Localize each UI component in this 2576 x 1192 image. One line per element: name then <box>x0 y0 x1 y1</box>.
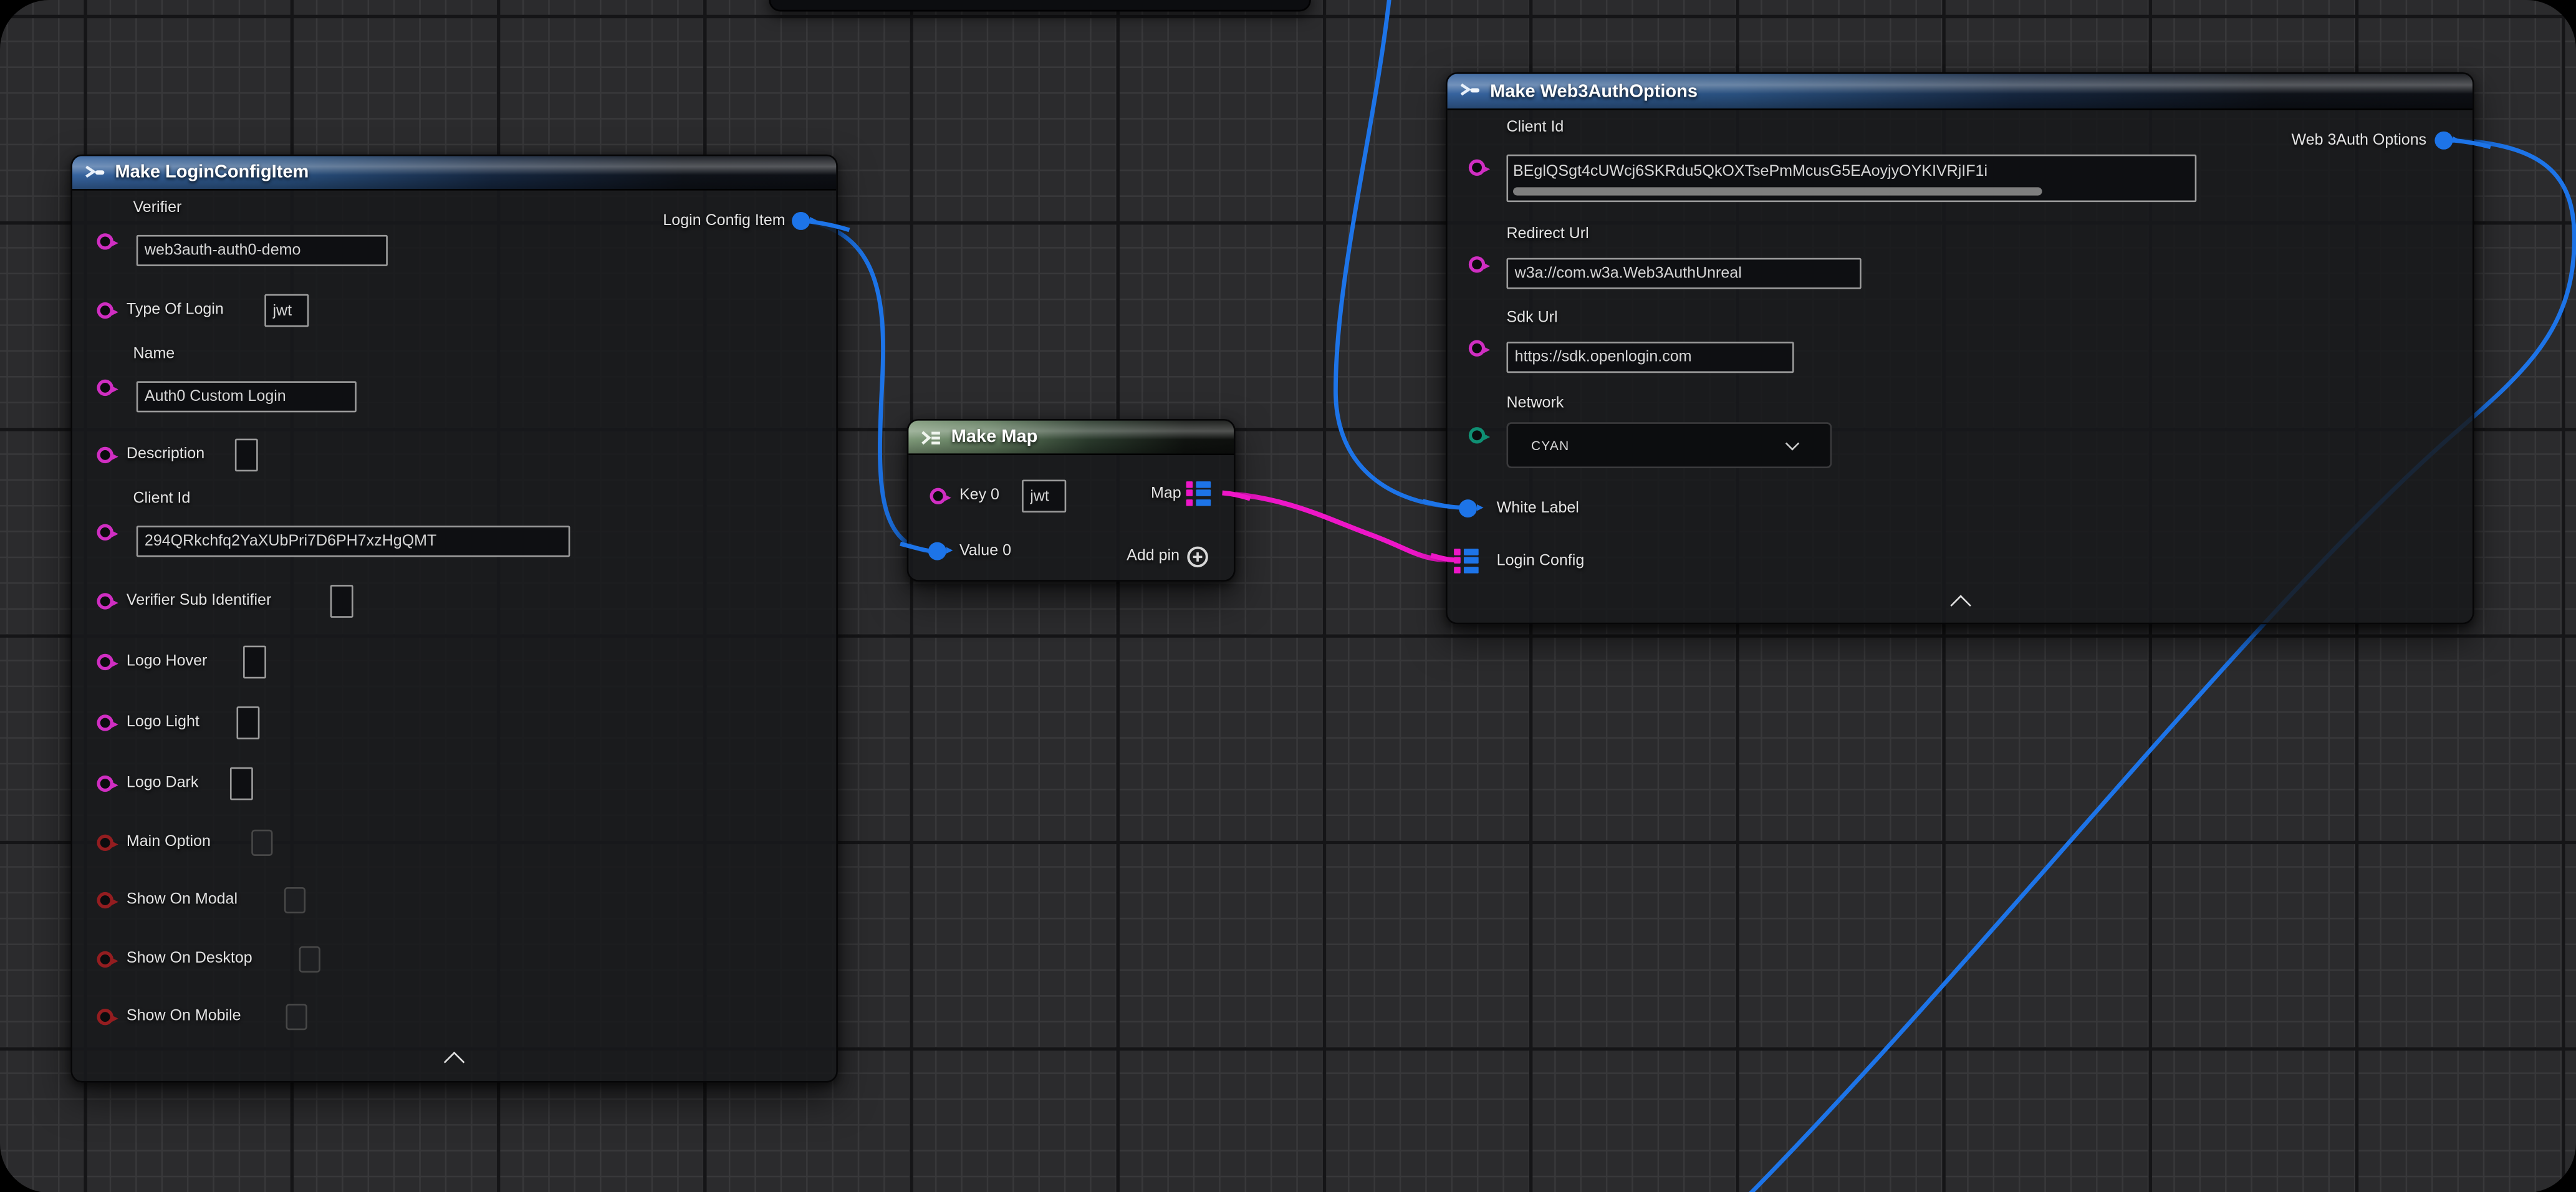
blueprint-editor: Make LoginConfigItem Login Config Item V… <box>0 0 2576 1192</box>
show-on-modal-checkbox[interactable] <box>284 887 305 913</box>
node-header-make-web3auth-options[interactable]: Make Web3AuthOptions <box>1448 74 2473 110</box>
pin-white-label[interactable] <box>1459 499 1477 517</box>
logo-light-input[interactable] <box>236 706 259 739</box>
node-header-make-login-config-item[interactable]: Make LoginConfigItem <box>72 156 836 190</box>
pin-login-config-item-output[interactable] <box>792 212 810 230</box>
logo-hover-input[interactable] <box>243 646 266 679</box>
pin-label-description: Description <box>127 445 204 465</box>
pin-client-id[interactable] <box>97 524 113 541</box>
redirect-url-input[interactable] <box>1506 258 1861 289</box>
pin-label-redirect-url: Redirect Url <box>1506 225 1588 245</box>
field-hscrollbar[interactable] <box>1513 187 2042 195</box>
node-header-make-map[interactable]: Make Map <box>908 421 1234 455</box>
network-dropdown-value: CYAN <box>1508 438 1787 453</box>
pin-label-web3auth-options: Web 3Auth Options <box>2292 132 2427 151</box>
pin-logo-dark[interactable] <box>97 776 113 792</box>
client-id-input[interactable] <box>1508 156 2195 184</box>
make-map-icon <box>920 428 941 446</box>
collapse-chevron-icon[interactable] <box>440 1048 466 1068</box>
pin-main-option[interactable] <box>97 835 113 851</box>
node-title: Make LoginConfigItem <box>115 163 309 183</box>
pin-sdk-url[interactable] <box>1469 340 1485 356</box>
pin-label-show-on-desktop: Show On Desktop <box>127 949 252 969</box>
client-id-field[interactable] <box>1506 155 2196 202</box>
pin-client-id[interactable] <box>1469 160 1485 176</box>
pin-label-client-id: Client Id <box>1506 118 1564 138</box>
pin-name[interactable] <box>97 380 113 396</box>
offscreen-node-fragment[interactable] <box>769 0 1311 11</box>
type-of-login-input[interactable] <box>264 294 309 327</box>
pin-login-config[interactable] <box>1454 549 1479 572</box>
pin-label-type-of-login: Type Of Login <box>127 300 224 320</box>
pin-label-logo-light: Logo Light <box>127 713 199 733</box>
make-struct-icon <box>1459 82 1480 100</box>
verifier-input[interactable] <box>137 235 388 266</box>
pin-label-map: Map <box>1151 484 1181 504</box>
pin-label-show-on-mobile: Show On Mobile <box>127 1007 241 1027</box>
pin-map-output[interactable] <box>1186 481 1212 505</box>
pin-redirect-url[interactable] <box>1469 256 1485 272</box>
pin-logo-light[interactable] <box>97 714 113 731</box>
pin-show-on-desktop[interactable] <box>97 951 113 968</box>
collapse-chevron-icon[interactable] <box>1947 592 1973 612</box>
key-0-input[interactable] <box>1022 479 1066 512</box>
pin-label-verifier: Verifier <box>133 199 181 219</box>
wire-into-white-label[interactable] <box>1335 0 1462 507</box>
show-on-mobile-checkbox[interactable] <box>286 1004 307 1030</box>
pin-label-logo-dark: Logo Dark <box>127 774 199 794</box>
pin-label-white-label: White Label <box>1497 499 1579 519</box>
add-pin-label: Add pin <box>1127 547 1180 567</box>
verifier-sub-identifier-input[interactable] <box>330 585 353 618</box>
pin-label-login-config: Login Config <box>1497 552 1585 572</box>
pin-description[interactable] <box>97 447 113 463</box>
pin-web3auth-options-output[interactable] <box>2434 132 2453 150</box>
pin-label-value-0: Value 0 <box>959 542 1011 562</box>
pin-label-verifier-sub-identifier: Verifier Sub Identifier <box>127 592 271 612</box>
pin-key-0[interactable] <box>930 488 946 504</box>
description-input[interactable] <box>235 439 258 472</box>
network-dropdown[interactable]: CYAN <box>1506 422 1832 468</box>
make-struct-icon <box>84 163 105 181</box>
graph-canvas[interactable]: Make LoginConfigItem Login Config Item V… <box>0 0 2576 1192</box>
node-title: Make Web3AuthOptions <box>1490 81 1698 101</box>
pin-network[interactable] <box>1469 427 1485 443</box>
pin-label-name: Name <box>133 345 175 365</box>
add-pin-button[interactable] <box>1186 546 1209 569</box>
pin-label-sdk-url: Sdk Url <box>1506 309 1557 329</box>
node-title: Make Map <box>951 427 1038 447</box>
show-on-desktop-checkbox[interactable] <box>299 946 320 973</box>
node-make-web3auth-options: Make Web3AuthOptions Web 3Auth Options C… <box>1446 72 2474 624</box>
pin-label-logo-hover: Logo Hover <box>127 652 207 672</box>
pin-label-main-option: Main Option <box>127 833 211 853</box>
main-option-checkbox[interactable] <box>251 830 272 856</box>
pin-value-0[interactable] <box>928 542 946 560</box>
pin-verifier-sub-identifier[interactable] <box>97 593 113 609</box>
pin-label-key-0: Key 0 <box>959 486 999 506</box>
pin-logo-hover[interactable] <box>97 654 113 670</box>
pin-show-on-mobile[interactable] <box>97 1009 113 1025</box>
node-make-map: Make Map Key 0 Map Value 0 Add pin <box>907 419 1236 582</box>
pin-verifier[interactable] <box>97 233 113 249</box>
logo-dark-input[interactable] <box>230 767 253 800</box>
pin-label-show-on-modal: Show On Modal <box>127 890 238 910</box>
pin-label-login-config-item: Login Config Item <box>663 212 785 232</box>
chevron-down-icon <box>1785 436 1799 449</box>
pin-label-client-id: Client Id <box>133 489 190 509</box>
name-input[interactable] <box>137 381 357 412</box>
pin-label-network: Network <box>1506 394 1564 414</box>
pin-type-of-login[interactable] <box>97 302 113 319</box>
sdk-url-input[interactable] <box>1506 342 1794 373</box>
node-make-login-config-item: Make LoginConfigItem Login Config Item V… <box>70 155 838 1083</box>
pin-show-on-modal[interactable] <box>97 892 113 908</box>
client-id-input[interactable] <box>137 526 570 557</box>
